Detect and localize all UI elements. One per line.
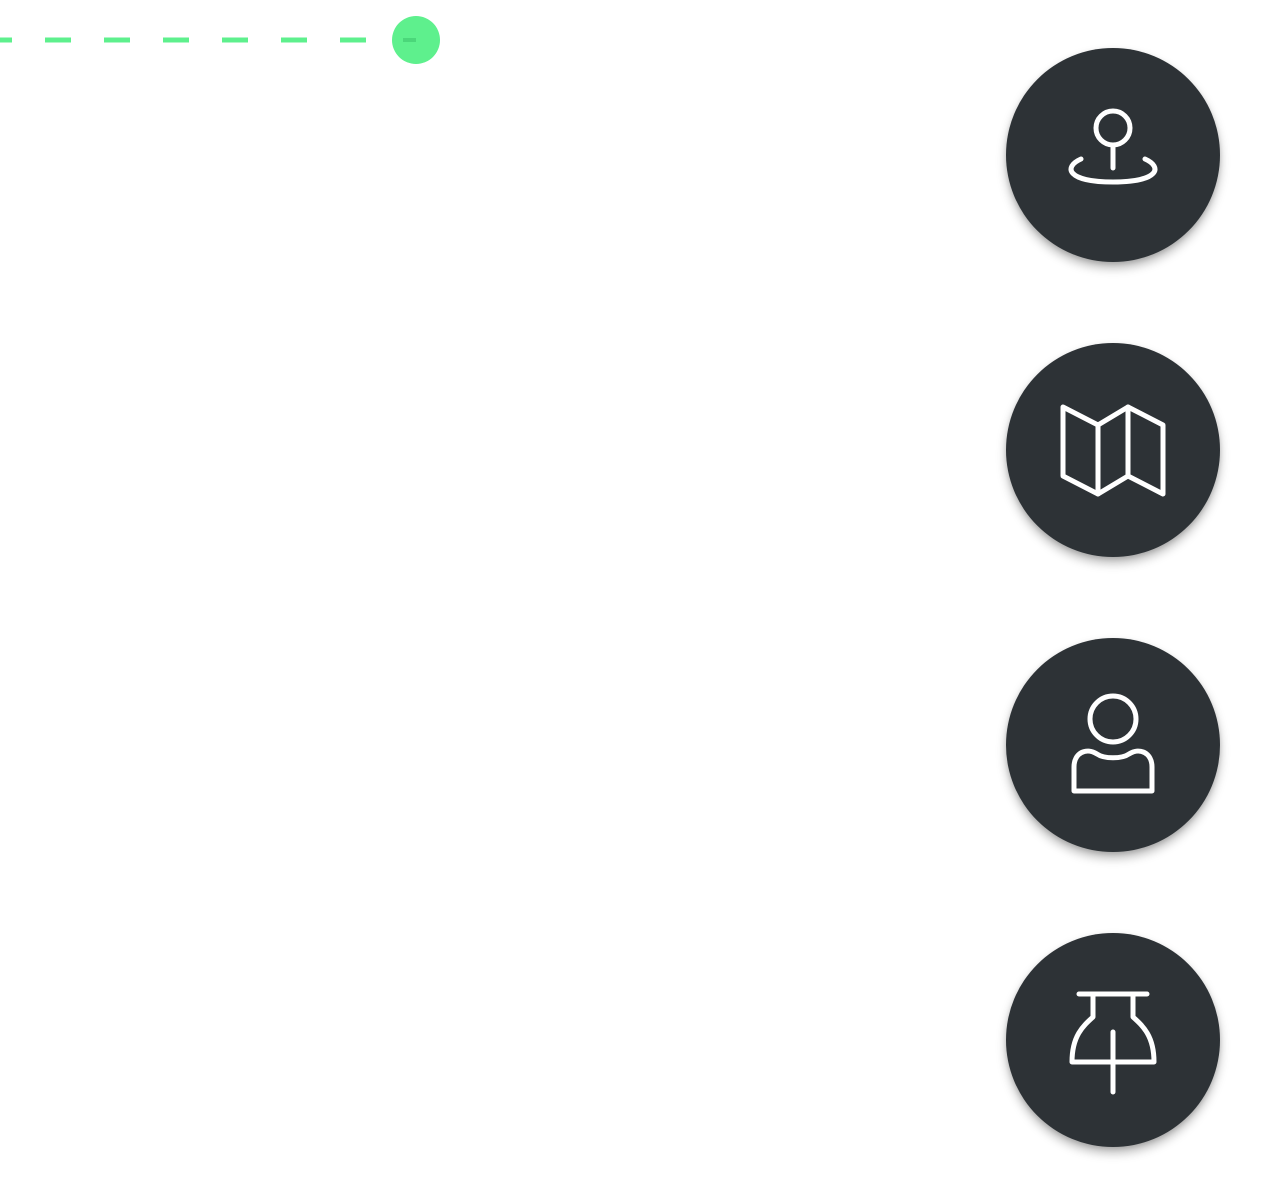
route-path: [0, 16, 440, 64]
user-icon: [1071, 693, 1155, 794]
pushpin-button[interactable]: [1006, 933, 1220, 1147]
pushpin-icon: [1069, 991, 1157, 1095]
fab-column: [1006, 48, 1220, 1147]
map-button[interactable]: [1006, 343, 1220, 557]
user-button[interactable]: [1006, 638, 1220, 852]
location-pin-button[interactable]: [1006, 48, 1220, 262]
location-pin-icon: [1068, 108, 1158, 185]
map-icon: [1060, 404, 1166, 497]
